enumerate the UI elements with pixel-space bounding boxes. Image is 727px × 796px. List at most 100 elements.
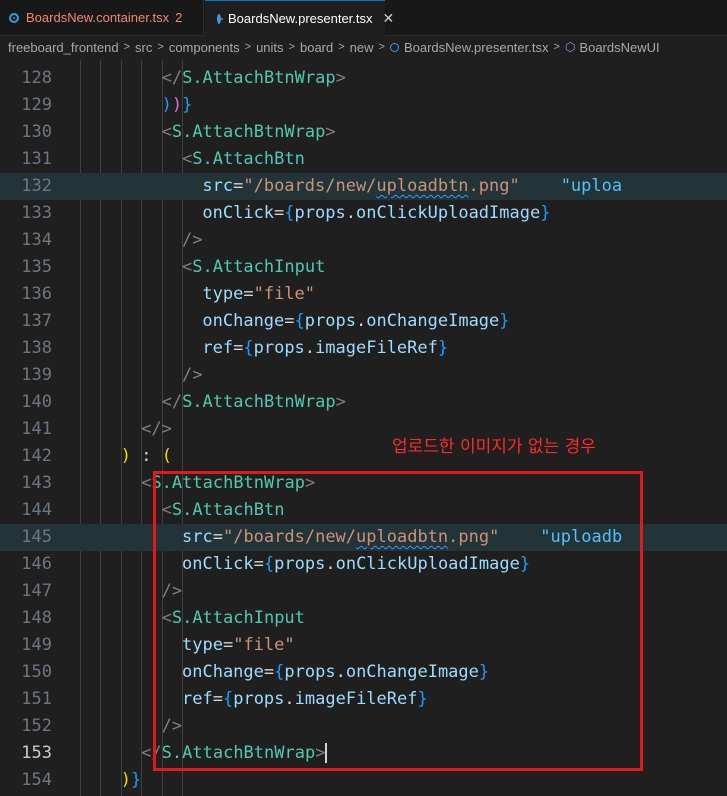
line-number: 145 [21,527,52,547]
code-token: . [355,311,367,331]
line-number: 136 [21,284,52,304]
code-token: { [284,203,295,223]
code-token: src [202,176,234,196]
code-line[interactable]: 136 type="file" [0,281,727,308]
breadcrumb-item[interactable]: freeboard_frontend [8,40,119,55]
breadcrumb-item[interactable]: units [256,40,283,55]
code-token: < [182,257,193,277]
code-text: /> [182,362,202,389]
line-number: 152 [21,716,52,736]
code-token: S.AttachBtnWrap [171,122,326,142]
code-line[interactable]: 137 onChange={props.onChangeImage} [0,308,727,335]
tab-label: BoardsNew.container.tsx [26,10,170,25]
chevron-right-icon: > [157,41,164,53]
code-token: /> [182,230,203,250]
chevron-right-icon: > [553,41,560,53]
code-token: = [284,311,295,331]
code-text: /> [182,227,202,254]
code-line[interactable]: 142) : ( [0,443,727,470]
close-icon[interactable]: ✕ [383,10,395,27]
annotation-label: 업로드한 이미지가 없는 경우 [392,437,596,457]
breadcrumb-item[interactable]: BoardsNewUI [579,40,659,55]
line-number: 146 [21,554,52,574]
tab-label: BoardsNew.presenter.tsx [228,11,373,26]
line-number: 139 [21,365,52,385]
chevron-right-icon: > [378,41,385,53]
line-number: 134 [21,230,52,250]
code-line[interactable]: 128 </S.AttachBtnWrap> [0,65,727,92]
code-token: onClick [202,203,275,223]
line-number: 147 [21,581,52,601]
code-token: = [233,176,244,196]
code-line[interactable]: 132 src="/boards/new/uploadbtn.png" "uplo… [0,173,727,200]
code-token: < [161,122,172,142]
code-token: S.AttachBtn [192,149,305,169]
breadcrumb-item[interactable]: new [350,40,374,55]
code-text: ref={props.imageFileRef} [202,335,448,362]
code-token: S.AttachBtnWrap [182,392,336,412]
line-number: 148 [21,608,52,628]
code-token: "uploa [560,176,623,196]
code-token: S.AttachInput [192,257,326,277]
code-token: </ [161,68,183,88]
breadcrumb-item[interactable]: board [300,40,333,55]
line-number: 133 [21,203,52,223]
breadcrumb-item[interactable]: src [135,40,152,55]
line-number: 151 [21,689,52,709]
code-token: S.AttachBtnWrap [182,68,336,88]
code-text: onClick={props.onClickUploadImage} [202,200,550,227]
code-line[interactable]: 133 onClick={props.onClickUploadImage} [0,200,727,227]
code-text: <S.AttachInput [182,254,325,281]
code-token: imageFileRef [315,338,438,358]
chevron-right-icon: > [338,41,345,53]
code-token: : [131,446,162,466]
code-text: )} [121,767,142,794]
line-number: 144 [21,500,52,520]
code-token: ( [161,446,173,466]
problem-count-badge: 2 [175,10,183,25]
line-number: 137 [21,311,52,331]
code-token: > [335,392,346,412]
tab-container-file[interactable]: BoardsNew.container.tsx 2 [0,0,204,35]
tab-presenter-file[interactable]: BoardsNew.presenter.tsx ✕ [205,0,394,36]
code-text: <S.AttachBtn [182,146,305,173]
code-token: { [243,338,254,358]
code-line[interactable]: 139 /> [0,362,727,389]
code-token: } [437,338,449,358]
code-line[interactable]: 140 </S.AttachBtnWrap> [0,389,727,416]
react-file-icon [217,13,223,24]
code-token: /> [182,365,203,385]
code-token: ) [171,95,183,115]
line-number: 132 [21,176,52,196]
code-line[interactable]: 154)} [0,767,727,794]
code-line[interactable]: 138 ref={props.imageFileRef} [0,335,727,362]
line-number: 138 [21,338,52,358]
code-line[interactable]: 129))} [0,92,727,119]
breadcrumb-item[interactable]: BoardsNew.presenter.tsx [404,40,549,55]
code-token: onChange [202,311,285,331]
code-token: uploadbtn [376,176,469,196]
breadcrumb-item[interactable]: components [169,40,240,55]
code-token: } [540,203,551,223]
code-line[interactable]: 131 <S.AttachBtn [0,146,727,173]
code-token: type [202,284,244,304]
code-text: onChange={props.onChangeImage} [202,308,509,335]
code-text: <S.AttachBtnWrap> [162,119,336,146]
line-number: 149 [21,635,52,655]
code-token: = [243,284,254,304]
react-file-icon [389,42,399,52]
code-line[interactable]: 130 <S.AttachBtnWrap> [0,119,727,146]
code-line[interactable]: 134 /> [0,227,727,254]
code-token: </ [161,392,183,412]
code-token: < [182,149,193,169]
code-line[interactable]: 135 <S.AttachInput [0,254,727,281]
code-text: type="file" [202,281,315,308]
code-token: props [253,338,305,358]
line-number: 150 [21,662,52,682]
code-token: props [304,311,356,331]
chevron-right-icon: > [244,41,252,53]
code-token: .png" [468,176,520,196]
code-line[interactable]: 141 </> [0,416,727,443]
code-token: "file" [253,284,316,304]
